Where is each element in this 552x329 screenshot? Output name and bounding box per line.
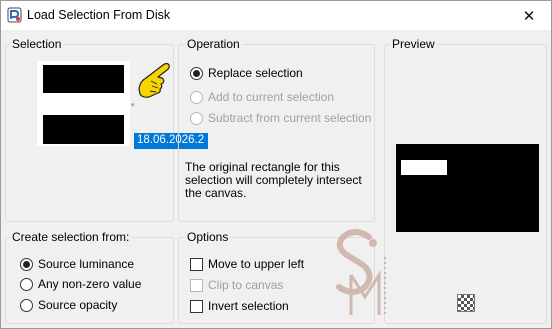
radio-checked-icon xyxy=(190,66,203,80)
close-button[interactable]: ✕ xyxy=(507,1,551,30)
clip-to-canvas-label: Clip to canvas xyxy=(208,278,284,292)
operation-description: The original rectangle for this selectio… xyxy=(185,160,362,200)
add-to-selection-radio[interactable]: Add to current selection xyxy=(190,90,334,104)
move-to-upper-left-checkbox[interactable]: Move to upper left xyxy=(190,257,304,271)
preview-group-label: Preview xyxy=(390,37,437,51)
title-bar: Load Selection From Disk ✕ xyxy=(1,1,551,30)
radio-unchecked-icon xyxy=(20,277,33,291)
window-title: Load Selection From Disk xyxy=(27,8,171,22)
chevron-down-icon[interactable]: ▾ xyxy=(131,101,135,109)
move-to-upper-left-label: Move to upper left xyxy=(208,257,305,271)
any-non-zero-label: Any non-zero value xyxy=(38,277,142,291)
any-non-zero-radio[interactable]: Any non-zero value xyxy=(20,277,141,291)
create-from-group-label: Create selection from: xyxy=(10,230,132,244)
checkbox-unchecked-icon xyxy=(190,257,203,271)
replace-selection-radio[interactable]: Replace selection xyxy=(190,66,303,80)
clip-to-canvas-checkbox[interactable]: Clip to canvas xyxy=(190,278,283,292)
preview-selection-rect xyxy=(401,160,447,175)
thumbnail-bottom-bar xyxy=(43,115,124,144)
radio-unchecked-icon xyxy=(190,111,203,125)
thumbnail-top-bar xyxy=(43,65,124,93)
close-icon: ✕ xyxy=(522,7,536,25)
source-opacity-radio[interactable]: Source opacity xyxy=(20,298,117,312)
replace-selection-label: Replace selection xyxy=(208,66,303,80)
options-group-label: Options xyxy=(185,230,231,244)
checkbox-unchecked-icon xyxy=(190,278,203,292)
subtract-from-selection-label: Subtract from current selection xyxy=(208,111,372,125)
add-to-selection-label: Add to current selection xyxy=(208,90,335,104)
source-luminance-radio[interactable]: Source luminance xyxy=(20,257,134,271)
pointing-hand-icon xyxy=(138,62,170,98)
transparency-checker-icon[interactable] xyxy=(457,294,475,312)
checkbox-unchecked-icon xyxy=(190,299,203,313)
radio-unchecked-icon xyxy=(20,298,33,312)
app-icon xyxy=(7,7,22,23)
preview-canvas xyxy=(396,144,539,232)
radio-checked-icon xyxy=(20,257,33,271)
operation-group-label: Operation xyxy=(185,37,242,51)
radio-unchecked-icon xyxy=(190,90,203,104)
invert-selection-checkbox[interactable]: Invert selection xyxy=(190,299,289,313)
source-luminance-label: Source luminance xyxy=(38,257,135,271)
selection-group-label: Selection xyxy=(10,37,64,51)
sim-watermark-logo xyxy=(336,229,386,315)
dialog-window: Load Selection From Disk ✕ Selection ▾ 1… xyxy=(0,0,552,329)
invert-selection-label: Invert selection xyxy=(208,299,289,313)
subtract-from-selection-radio[interactable]: Subtract from current selection xyxy=(190,111,371,125)
source-opacity-label: Source opacity xyxy=(38,298,118,312)
